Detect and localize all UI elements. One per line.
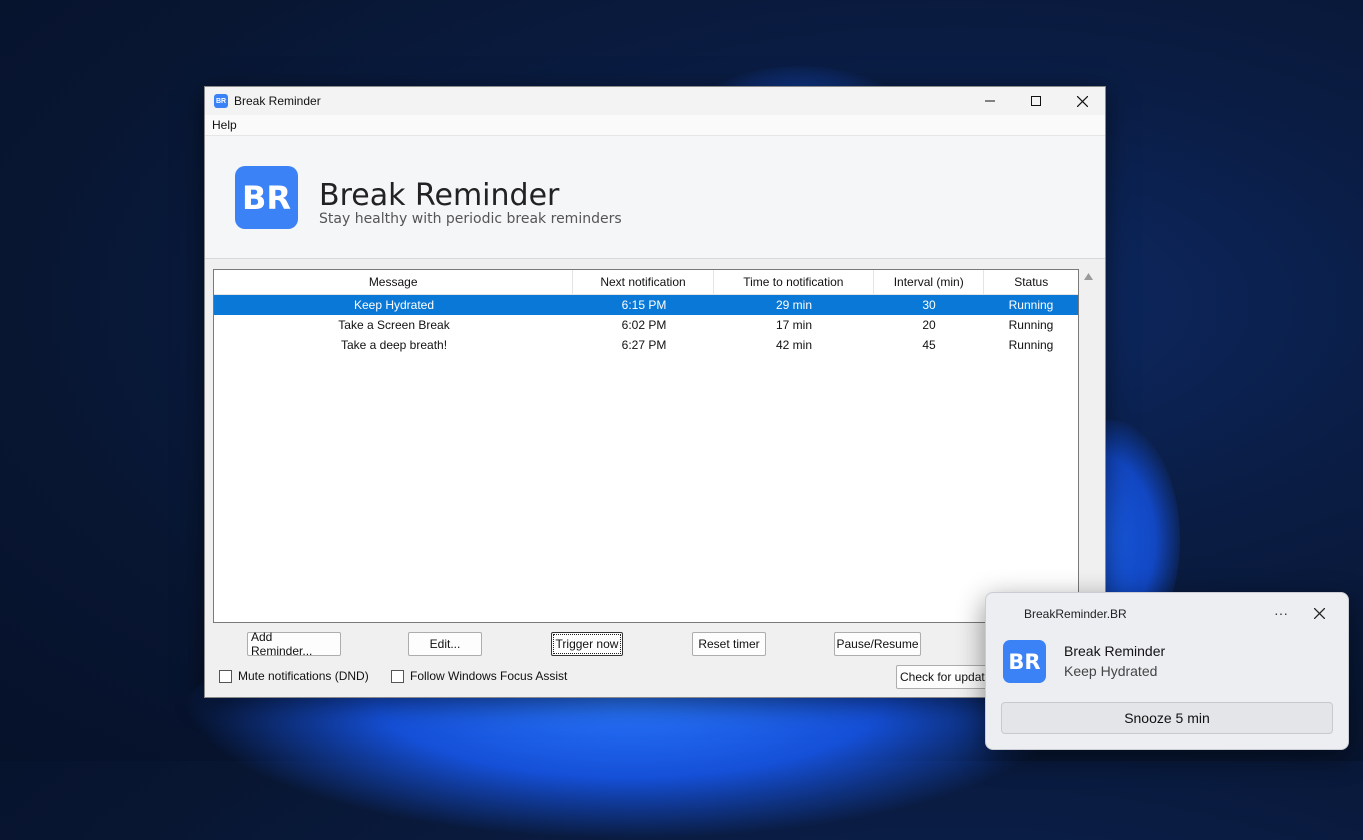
check-for-updates-button[interactable]: Check for update <box>896 665 994 689</box>
mute-notifications-checkbox[interactable]: Mute notifications (DND) <box>219 669 369 683</box>
triangle-up-icon <box>1083 272 1093 280</box>
cell-interval: 30 <box>922 298 936 312</box>
column-headers: Message Next notification Time to notifi… <box>214 270 1078 295</box>
window-title: Break Reminder <box>234 94 321 108</box>
column-time-to-notification[interactable]: Time to notification <box>714 270 874 294</box>
column-status[interactable]: Status <box>984 270 1078 294</box>
break-reminder-window: BR Break Reminder Help BR Break Reminder… <box>204 86 1106 698</box>
mute-notifications-label: Mute notifications (DND) <box>238 669 369 683</box>
reset-timer-button[interactable]: Reset timer <box>692 632 766 656</box>
toast-close-button[interactable] <box>1313 606 1326 624</box>
table-row[interactable]: Keep Hydrated 6:15 PM 29 min 30 Running <box>214 295 1078 315</box>
follow-focus-assist-label: Follow Windows Focus Assist <box>410 669 568 683</box>
maximize-button[interactable] <box>1013 87 1059 115</box>
scroll-up-arrow[interactable] <box>1083 271 1093 281</box>
cell-time-to-notification: 42 min <box>775 338 813 352</box>
window-controls <box>967 87 1105 115</box>
toast-notification[interactable]: BreakReminder.BR ··· BR Break Reminder K… <box>985 592 1349 750</box>
menu-bar: Help <box>205 115 1105 136</box>
column-next-notification[interactable]: Next notification <box>573 270 714 294</box>
column-interval[interactable]: Interval (min) <box>874 270 985 294</box>
checkbox-box[interactable] <box>219 669 232 683</box>
cell-time-to-notification: 29 min <box>775 298 813 312</box>
toast-app-icon: BR <box>1003 640 1046 683</box>
toast-source: BreakReminder.BR <box>1024 607 1127 621</box>
cell-next-notification: 6:02 PM <box>621 318 667 332</box>
add-reminder-button[interactable]: Add Reminder... <box>247 630 341 658</box>
app-tagline: Stay healthy with periodic break reminde… <box>319 211 622 227</box>
cell-interval: 45 <box>922 338 936 352</box>
snooze-button[interactable]: Snooze 5 min <box>1001 702 1333 734</box>
toast-message: Keep Hydrated <box>1064 663 1158 679</box>
minimize-icon <box>985 100 995 102</box>
cell-interval: 20 <box>922 318 936 332</box>
table-row[interactable]: Take a Screen Break 6:02 PM 17 min 20 Ru… <box>214 315 1078 335</box>
pause-resume-button[interactable]: Pause/Resume <box>834 632 921 656</box>
cell-next-notification: 6:15 PM <box>621 298 667 312</box>
menu-help[interactable]: Help <box>212 118 237 132</box>
app-logo: BR <box>235 166 298 229</box>
app-name: Break Reminder <box>319 178 560 213</box>
maximize-icon <box>1031 96 1041 106</box>
more-options-button[interactable]: ··· <box>1274 605 1288 621</box>
edit-button[interactable]: Edit... <box>408 632 482 656</box>
trigger-now-button[interactable]: Trigger now <box>551 632 623 656</box>
cell-message: Take a deep breath! <box>340 338 448 352</box>
cell-message: Keep Hydrated <box>353 298 435 312</box>
cell-status: Running <box>1008 338 1054 352</box>
follow-focus-assist-checkbox[interactable]: Follow Windows Focus Assist <box>391 669 567 683</box>
reminder-list[interactable]: Message Next notification Time to notifi… <box>213 269 1079 623</box>
column-message[interactable]: Message <box>214 270 574 294</box>
title-bar[interactable]: BR Break Reminder <box>205 87 1105 115</box>
table-row[interactable]: Take a deep breath! 6:27 PM 42 min 45 Ru… <box>214 335 1078 355</box>
cell-status: Running <box>1008 298 1054 312</box>
close-button[interactable] <box>1059 87 1105 115</box>
cell-time-to-notification: 17 min <box>775 318 813 332</box>
cell-next-notification: 6:27 PM <box>621 338 667 352</box>
app-header: BR Break Reminder Stay healthy with peri… <box>205 136 1105 259</box>
close-icon <box>1313 607 1326 620</box>
checkbox-box[interactable] <box>391 669 404 683</box>
close-icon <box>1076 95 1088 107</box>
cell-status: Running <box>1008 318 1054 332</box>
minimize-button[interactable] <box>967 87 1013 115</box>
cell-message: Take a Screen Break <box>338 318 450 332</box>
toast-title: Break Reminder <box>1064 643 1166 659</box>
app-icon: BR <box>214 94 228 108</box>
